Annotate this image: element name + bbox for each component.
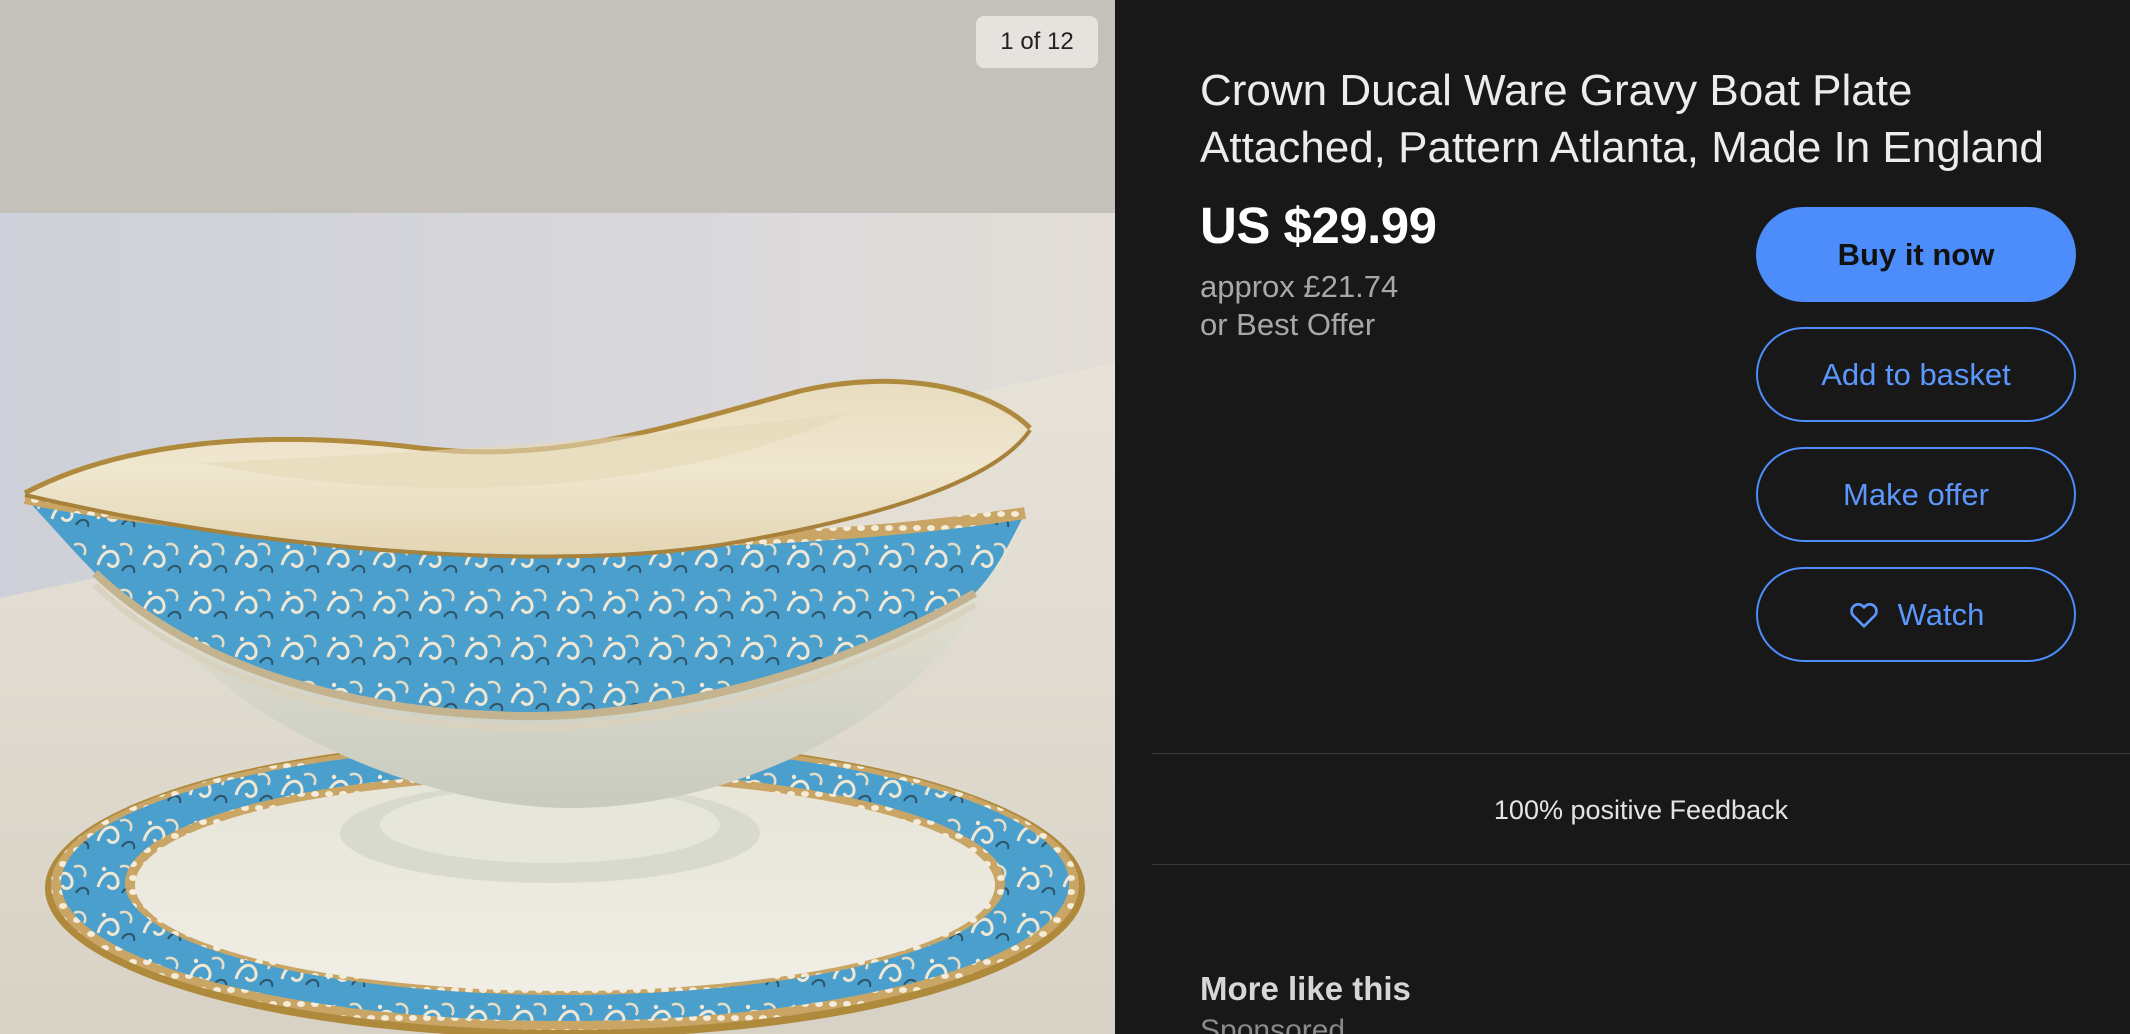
best-offer-note: or Best Offer bbox=[1200, 307, 1376, 342]
divider bbox=[1152, 753, 2130, 754]
listing-page: 1 of 12 Crown Ducal Ware Gravy Boat Plat… bbox=[0, 0, 2130, 1034]
listing-details: Crown Ducal Ware Gravy Boat Plate Attach… bbox=[1115, 0, 2130, 1034]
make-offer-button[interactable]: Make offer bbox=[1756, 447, 2076, 542]
image-counter: 1 of 12 bbox=[976, 16, 1098, 68]
gallery-letterbox bbox=[0, 0, 1115, 213]
listing-title: Crown Ducal Ware Gravy Boat Plate Attach… bbox=[1200, 66, 2044, 172]
more-like-this-heading: More like this bbox=[1200, 970, 1411, 1007]
product-photo[interactable] bbox=[0, 213, 1115, 1034]
add-to-basket-label: Add to basket bbox=[1821, 356, 2011, 392]
price: US $29.99 bbox=[1200, 197, 1437, 254]
add-to-basket-button[interactable]: Add to basket bbox=[1756, 327, 2076, 422]
sponsored-label: Sponsored bbox=[1200, 1014, 1346, 1034]
make-offer-label: Make offer bbox=[1843, 476, 1989, 512]
buy-it-now-label: Buy it now bbox=[1837, 236, 1995, 272]
seller-feedback[interactable]: 100% positive Feedback bbox=[1152, 770, 2130, 850]
approx-price: approx £21.74 bbox=[1200, 269, 1399, 304]
watch-button[interactable]: Watch bbox=[1756, 567, 2076, 662]
buy-it-now-button[interactable]: Buy it now bbox=[1756, 207, 2076, 302]
heart-icon bbox=[1848, 599, 1880, 631]
divider bbox=[1152, 864, 2130, 865]
watch-label: Watch bbox=[1897, 596, 1985, 632]
image-gallery[interactable]: 1 of 12 bbox=[0, 0, 1115, 1034]
